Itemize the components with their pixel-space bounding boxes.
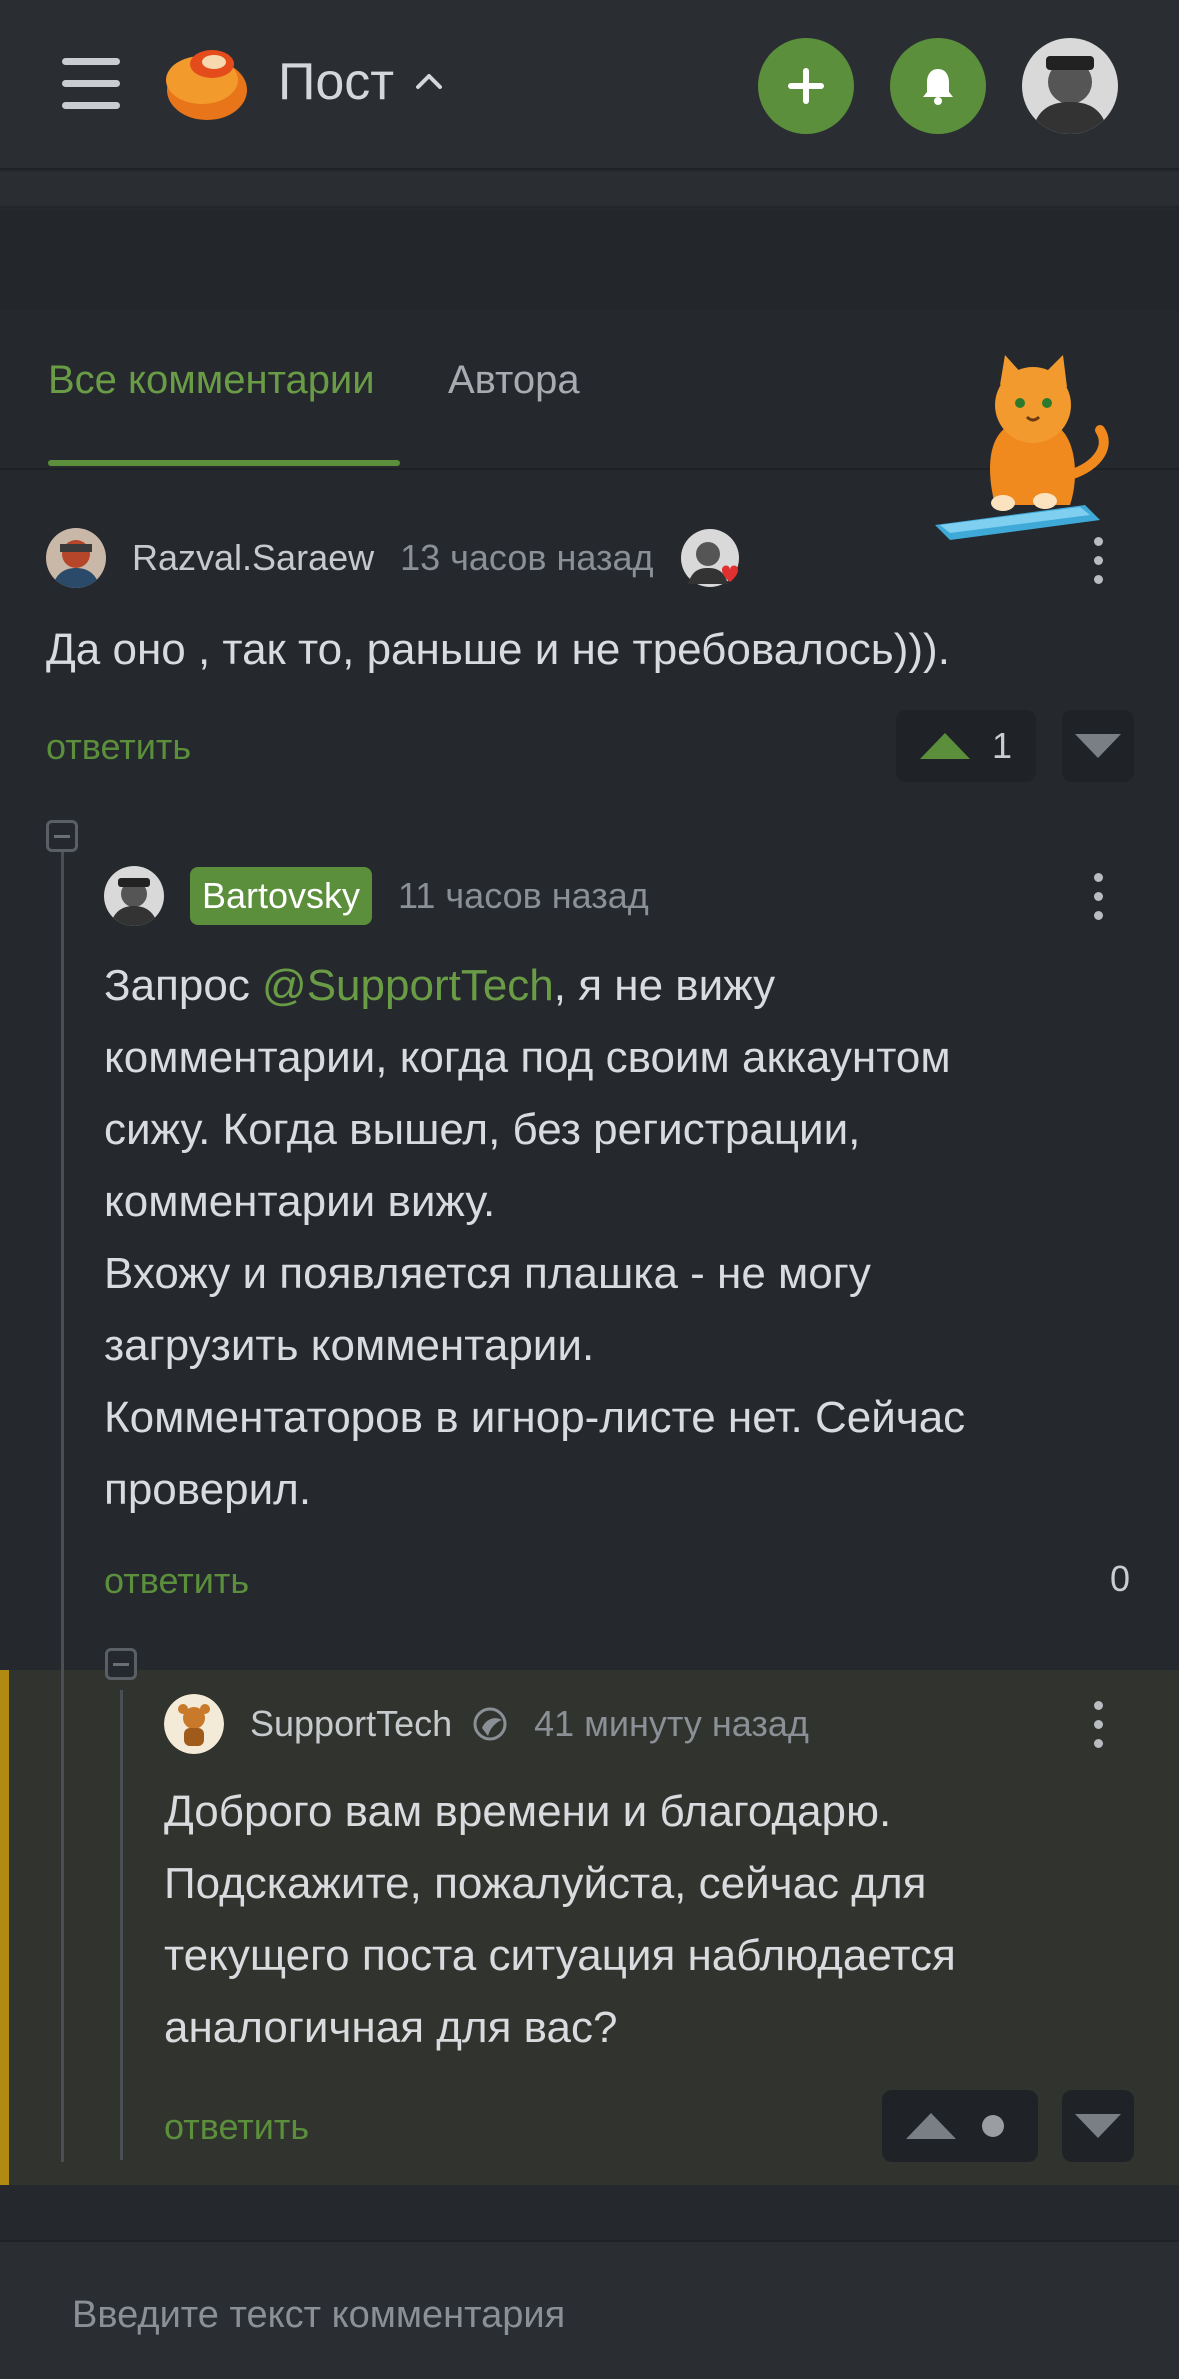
rating-hidden-dot [982,2115,1004,2137]
comment-line: комментарии, когда под своим аккаунтом [104,1033,951,1082]
content-separator [0,210,1179,310]
new-comment-marker [0,1670,9,2185]
downvote-button[interactable] [1062,2090,1134,2162]
upvote-button[interactable] [882,2090,1038,2162]
bell-icon [923,69,953,105]
comment-line: Доброго вам времени и благодарю. [164,1787,892,1836]
downvote-icon [1075,2114,1121,2138]
menu-icon[interactable] [62,58,120,110]
tab-all-comments[interactable]: Все комментарии [48,358,375,403]
comment-line: сижу. Когда вышел, без регистрации, [104,1105,861,1154]
collapse-icon[interactable] [46,820,78,852]
add-post-button[interactable] [758,38,854,134]
upvote-icon [906,2113,956,2139]
comment-line: комментарии вижу. [104,1177,496,1226]
avatar[interactable] [46,528,106,588]
thread-line [61,1670,64,2162]
comment-input[interactable] [72,2280,1122,2350]
kebab-icon[interactable] [1078,530,1118,590]
page-title-dropdown[interactable]: Пост [278,52,444,112]
collapse-icon[interactable] [105,1648,137,1680]
avatar[interactable] [104,866,164,926]
kebab-icon[interactable] [1078,866,1118,926]
cat-sticker [935,355,1109,540]
upvote-button[interactable]: 1 [896,710,1036,782]
mention-link[interactable]: @SupportTech [262,961,554,1010]
notifications-button[interactable] [890,38,986,134]
comment-time: 11 часов назад [398,875,649,916]
downvote-button[interactable] [1062,710,1134,782]
page-title: Пост [278,53,395,111]
avatar[interactable] [164,1694,224,1754]
comment-text: Доброго вам времени и благодарю. Подскаж… [164,1776,1154,2064]
active-tab-indicator [48,460,400,466]
comment-time: 41 минуту назад [534,1703,809,1744]
comment-author[interactable]: Razval.Saraew [132,537,374,579]
plus-icon [788,68,824,104]
comment-line: аналогичная для вас? [164,2003,618,2052]
rating-count: 0 [1110,1558,1131,1599]
comment-line: Подскажите, пожалуйста, сейчас для [164,1859,927,1908]
reply-button[interactable]: ответить [46,726,191,768]
top-app-bar: Пост [0,0,1179,170]
comment-time: 13 часов назад [400,537,654,578]
comment-header: Razval.Saraew 13 часов назад [46,528,740,588]
thread-line [120,1690,123,2160]
comment-author[interactable]: SupportTech [250,1703,452,1745]
text-fragment: , я не вижу [553,961,776,1010]
text-fragment: Запрос [104,961,263,1010]
comment-line: текущего поста ситуация наблюдается [164,1931,956,1980]
upvote-icon [920,733,970,759]
comment-header: SupportTech 41 минуту назад [164,1694,809,1754]
comment-line: Вхожу и появляется плашка - не могу [104,1249,871,1298]
reply-button[interactable]: ответить [104,1560,249,1602]
comment-text: Да оно , так то, раньше и не требовалось… [46,625,950,674]
official-badge-icon [473,1707,507,1741]
comment-header: Bartovsky 11 часов назад [104,866,649,926]
user-avatar[interactable] [1022,38,1118,134]
comment-line: проверил. [104,1465,312,1514]
author-badge [680,528,740,588]
chevron-up-icon [416,74,443,89]
comment-line: Запрос @SupportTech, я не вижу [104,950,1144,1022]
comment-text: Запрос @SupportTech, я не вижу комментар… [104,950,1144,1526]
reply-button[interactable]: ответить [164,2106,309,2148]
tab-author[interactable]: Автора [448,358,580,403]
comment-line: загрузить комментарии. [104,1321,595,1370]
comment-line: Комментаторов в игнор-листе нет. Сейчас [104,1393,966,1442]
kebab-icon[interactable] [1078,1694,1118,1754]
logo-icon[interactable] [162,42,252,124]
header-divider [0,172,1179,208]
comment-author[interactable]: Bartovsky [190,867,373,925]
downvote-icon [1075,734,1121,758]
rating-count: 1 [992,725,1013,766]
